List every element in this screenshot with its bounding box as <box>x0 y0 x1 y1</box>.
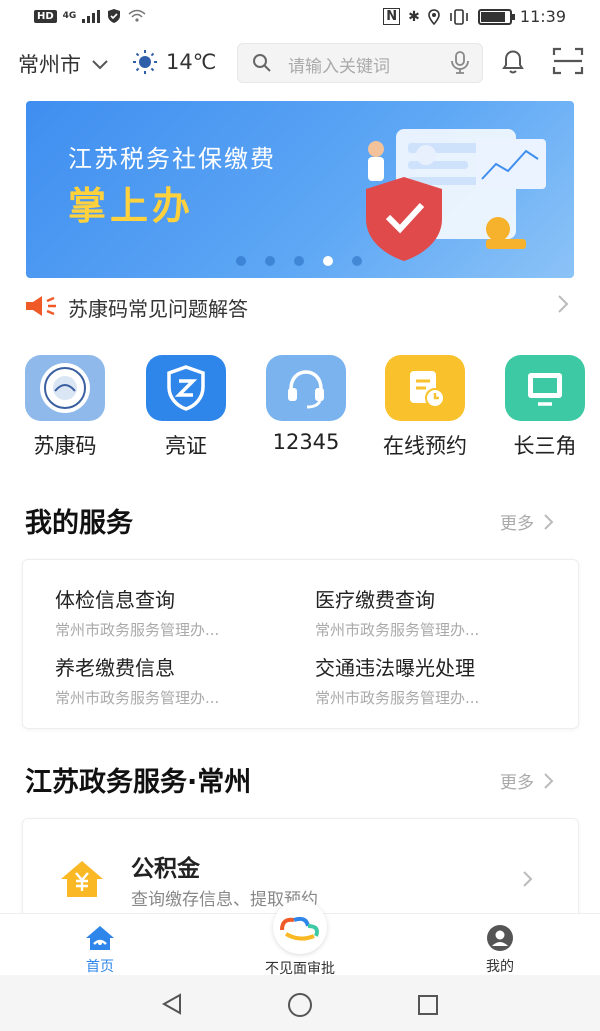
status-left: HD 4G <box>34 8 146 24</box>
service-name: 养老缴费信息 <box>55 656 175 680</box>
service-provider: 常州市政务服务管理办... <box>315 621 480 639</box>
microphone-icon[interactable] <box>450 51 470 75</box>
temperature: 14℃ <box>166 50 217 74</box>
speaker-icon <box>26 296 56 316</box>
quick-action-label: 长三角 <box>513 434 577 458</box>
search-icon <box>253 54 271 72</box>
carousel-dots[interactable] <box>236 256 362 266</box>
status-bar: HD 4G N ✱ 11:39 <box>0 0 600 34</box>
carousel-dot[interactable] <box>265 256 275 266</box>
shield-z-icon <box>146 355 226 421</box>
my-services-more-link[interactable]: 更多 <box>500 509 554 534</box>
home-circle-icon[interactable] <box>286 991 314 1019</box>
service-item[interactable]: 医疗缴费查询 常州市政务服务管理办... <box>315 584 555 640</box>
service-item[interactable]: 体检信息查询 常州市政务服务管理办... <box>55 584 295 640</box>
carousel-dot[interactable] <box>236 256 246 266</box>
system-nav-bar <box>0 975 600 1031</box>
quick-action-label: 亮证 <box>165 434 207 458</box>
quick-action-hotline[interactable]: 12345 <box>251 352 361 454</box>
quick-action-liangzheng[interactable]: 亮证 <box>131 352 241 460</box>
service-provider: 常州市政务服务管理办... <box>315 689 480 707</box>
gov-service-name: 公积金 <box>131 856 200 882</box>
house-yuan-icon <box>61 861 103 897</box>
bell-icon[interactable] <box>498 46 528 76</box>
tab-approval[interactable]: 不见面审批 <box>240 900 360 978</box>
approval-logo-icon <box>273 900 327 954</box>
tab-label: 首页 <box>86 959 114 975</box>
gov-services-more-link[interactable]: 更多 <box>500 768 554 793</box>
gov-services-title: 江苏政务服务·常州 <box>25 767 252 798</box>
banner-illustration <box>366 129 546 261</box>
quick-action-sukangma[interactable]: 苏康码 <box>10 352 120 460</box>
chevron-right-icon <box>544 513 554 530</box>
notice-bar[interactable]: 苏康码常见问题解答 <box>22 289 578 323</box>
quick-actions: 苏康码 亮证 12345 在线预约 长三角 <box>0 352 600 462</box>
service-name: 医疗缴费查询 <box>315 588 435 612</box>
bluetooth-icon: ✱ <box>408 8 420 25</box>
chevron-right-icon <box>544 772 554 789</box>
tab-bar: 首页 不见面审批 我的 <box>0 900 600 977</box>
quick-action-label: 苏康码 <box>33 434 97 458</box>
location-icon <box>428 8 440 25</box>
banner-title: 江苏税务社保缴费 <box>68 145 276 173</box>
emblem-icon <box>25 355 105 421</box>
quick-action-label: 在线预约 <box>383 434 467 458</box>
shield-check-icon <box>108 9 121 23</box>
quick-action-yangtze-delta[interactable]: 长三角 <box>490 352 600 460</box>
more-label: 更多 <box>500 773 534 793</box>
quick-action-booking[interactable]: 在线预约 <box>370 352 480 460</box>
chevron-down-icon <box>92 60 108 70</box>
search-input[interactable]: 请输入关键词 <box>237 43 483 83</box>
search-placeholder: 请输入关键词 <box>288 57 390 77</box>
promo-banner[interactable]: 江苏税务社保缴费 掌上办 <box>26 101 574 278</box>
signal-icon <box>82 9 101 23</box>
more-label: 更多 <box>500 514 534 534</box>
quick-action-label: 12345 <box>272 430 340 454</box>
headset-icon <box>266 355 346 421</box>
status-time: 11:39 <box>519 7 566 26</box>
status-right: N ✱ 11:39 <box>383 7 566 26</box>
my-services-card: 体检信息查询 常州市政务服务管理办... 医疗缴费查询 常州市政务服务管理办..… <box>22 559 579 729</box>
service-provider: 常州市政务服务管理办... <box>55 689 220 707</box>
sun-cloud-icon <box>133 50 157 74</box>
notice-text: 苏康码常见问题解答 <box>68 297 248 321</box>
my-services-title: 我的服务 <box>25 508 133 539</box>
wifi-icon <box>128 9 146 22</box>
service-name: 体检信息查询 <box>55 588 175 612</box>
banner-headline: 掌上办 <box>68 184 195 228</box>
service-provider: 常州市政务服务管理办... <box>55 621 220 639</box>
chevron-right-icon <box>523 871 533 887</box>
scan-icon[interactable] <box>552 46 584 76</box>
chevron-right-icon <box>558 295 569 313</box>
carousel-dot-active[interactable] <box>323 256 333 266</box>
weather: 14℃ <box>132 49 216 75</box>
carousel-dot[interactable] <box>294 256 304 266</box>
city-name: 常州市 <box>18 53 81 77</box>
back-icon[interactable] <box>160 992 184 1016</box>
hd-badge: HD <box>34 9 57 23</box>
carousel-dot[interactable] <box>352 256 362 266</box>
profile-icon <box>487 925 513 951</box>
tab-label: 我的 <box>486 959 514 975</box>
city-selector[interactable]: 常州市 <box>18 49 109 79</box>
home-icon <box>86 926 114 950</box>
battery-icon <box>477 8 515 25</box>
network-type: 4G <box>62 11 77 21</box>
nfc-icon: N <box>383 8 401 25</box>
recents-icon[interactable] <box>416 993 440 1017</box>
vibrate-icon <box>450 8 468 25</box>
tab-home[interactable]: 首页 <box>40 924 160 976</box>
service-item[interactable]: 养老缴费信息 常州市政务服务管理办... <box>55 652 295 708</box>
calendar-clock-icon <box>385 355 465 421</box>
service-item[interactable]: 交通违法曝光处理 常州市政务服务管理办... <box>315 652 555 708</box>
tab-profile[interactable]: 我的 <box>440 924 560 976</box>
service-name: 交通违法曝光处理 <box>315 656 475 680</box>
monitor-icon <box>505 355 585 421</box>
